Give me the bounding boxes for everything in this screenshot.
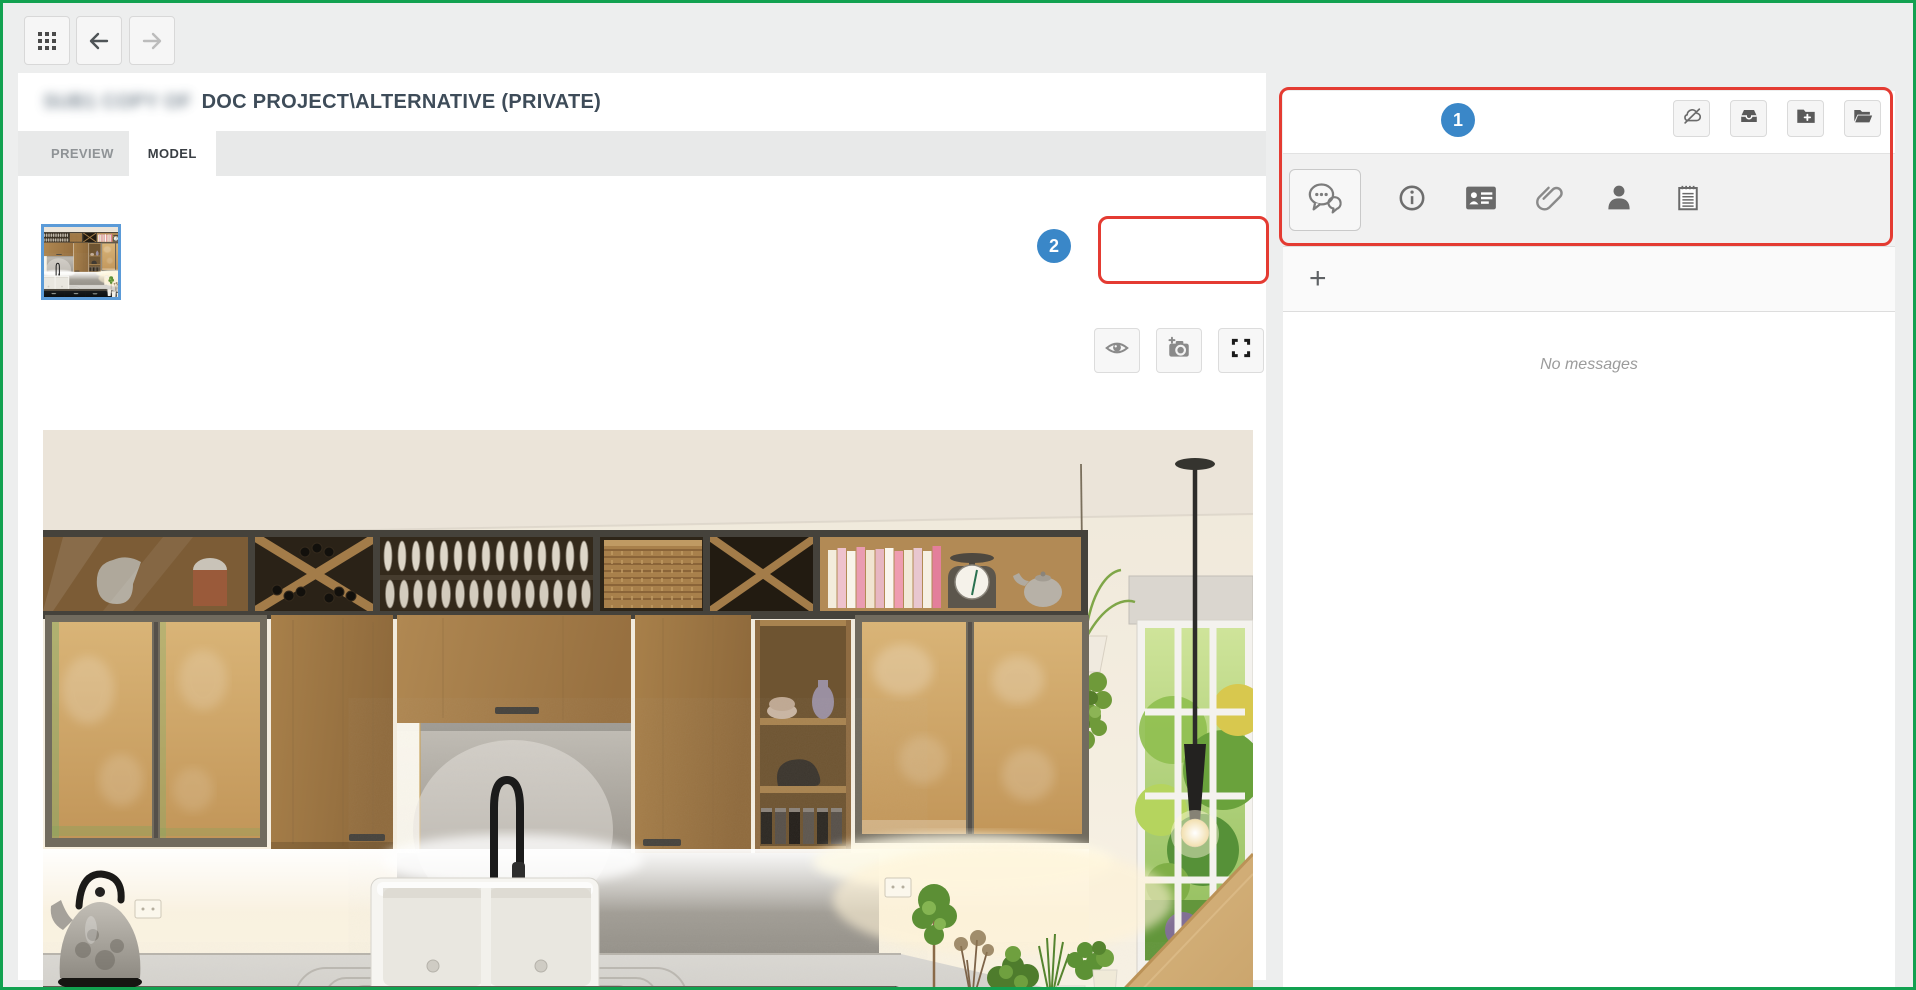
apps-grid-icon	[38, 32, 56, 50]
project-title-row: SUB1 COPY OF DOC PROJECT\ALTERNATIVE (PR…	[18, 73, 1266, 131]
inbox-button[interactable]	[1730, 100, 1767, 137]
tab-preview[interactable]: PREVIEW	[36, 131, 129, 176]
tab-notes[interactable]	[1670, 180, 1706, 220]
arrow-left-icon	[87, 29, 111, 53]
model-render-viewport[interactable]	[43, 430, 1253, 990]
visibility-button[interactable]	[1094, 328, 1140, 373]
fullscreen-button[interactable]	[1218, 328, 1264, 373]
view-tab-strip: PREVIEW MODEL	[18, 131, 1266, 176]
folder-add-icon	[1795, 105, 1817, 132]
open-folder-button[interactable]	[1844, 100, 1881, 137]
empty-state-text: No messages	[1540, 356, 1638, 374]
panel-tab-bar	[1283, 154, 1895, 247]
camera-view-thumbnail[interactable]	[41, 224, 121, 300]
annotation-badge-2: 2	[1037, 229, 1071, 263]
info-icon	[1396, 182, 1428, 219]
tab-attachments[interactable]	[1532, 180, 1568, 220]
comments-icon	[1306, 181, 1344, 220]
forward-button[interactable]	[129, 16, 175, 65]
page-title: DOC PROJECT\ALTERNATIVE (PRIVATE)	[202, 91, 602, 114]
tab-info[interactable]	[1394, 180, 1430, 220]
contact-card-icon	[1464, 183, 1498, 218]
fullscreen-icon	[1228, 335, 1254, 366]
panel-header	[1283, 91, 1895, 154]
offline-sync-button[interactable]	[1673, 100, 1710, 137]
arrow-right-icon	[140, 29, 164, 53]
cloud-offline-icon	[1681, 105, 1703, 132]
add-folder-button[interactable]	[1787, 100, 1824, 137]
project-title-redacted: SUB1 COPY OF	[43, 91, 192, 114]
tab-contact-card[interactable]	[1463, 180, 1499, 220]
tab-comments[interactable]	[1289, 169, 1361, 231]
paperclip-icon	[1533, 181, 1567, 220]
messages-area: No messages	[1283, 312, 1895, 990]
project-panel: SUB1 COPY OF DOC PROJECT\ALTERNATIVE (PR…	[18, 73, 1266, 980]
snapshot-button[interactable]	[1156, 328, 1202, 373]
notepad-icon	[1673, 182, 1703, 219]
folder-open-icon	[1852, 105, 1874, 132]
back-button[interactable]	[76, 16, 122, 65]
collaboration-panel: + No messages	[1283, 91, 1895, 980]
person-icon	[1603, 182, 1635, 219]
apps-grid-button[interactable]	[24, 16, 70, 65]
tab-model[interactable]: MODEL	[129, 131, 216, 176]
camera-add-icon	[1166, 335, 1192, 366]
eye-icon	[1104, 335, 1130, 366]
model-view-content	[18, 176, 1266, 980]
app-window: SUB1 COPY OF DOC PROJECT\ALTERNATIVE (PR…	[0, 0, 1916, 990]
message-actions-row: +	[1283, 247, 1895, 312]
add-message-button[interactable]: +	[1301, 262, 1335, 296]
inbox-icon	[1738, 105, 1760, 132]
annotation-badge-1: 1	[1441, 103, 1475, 137]
tab-people[interactable]	[1601, 180, 1637, 220]
